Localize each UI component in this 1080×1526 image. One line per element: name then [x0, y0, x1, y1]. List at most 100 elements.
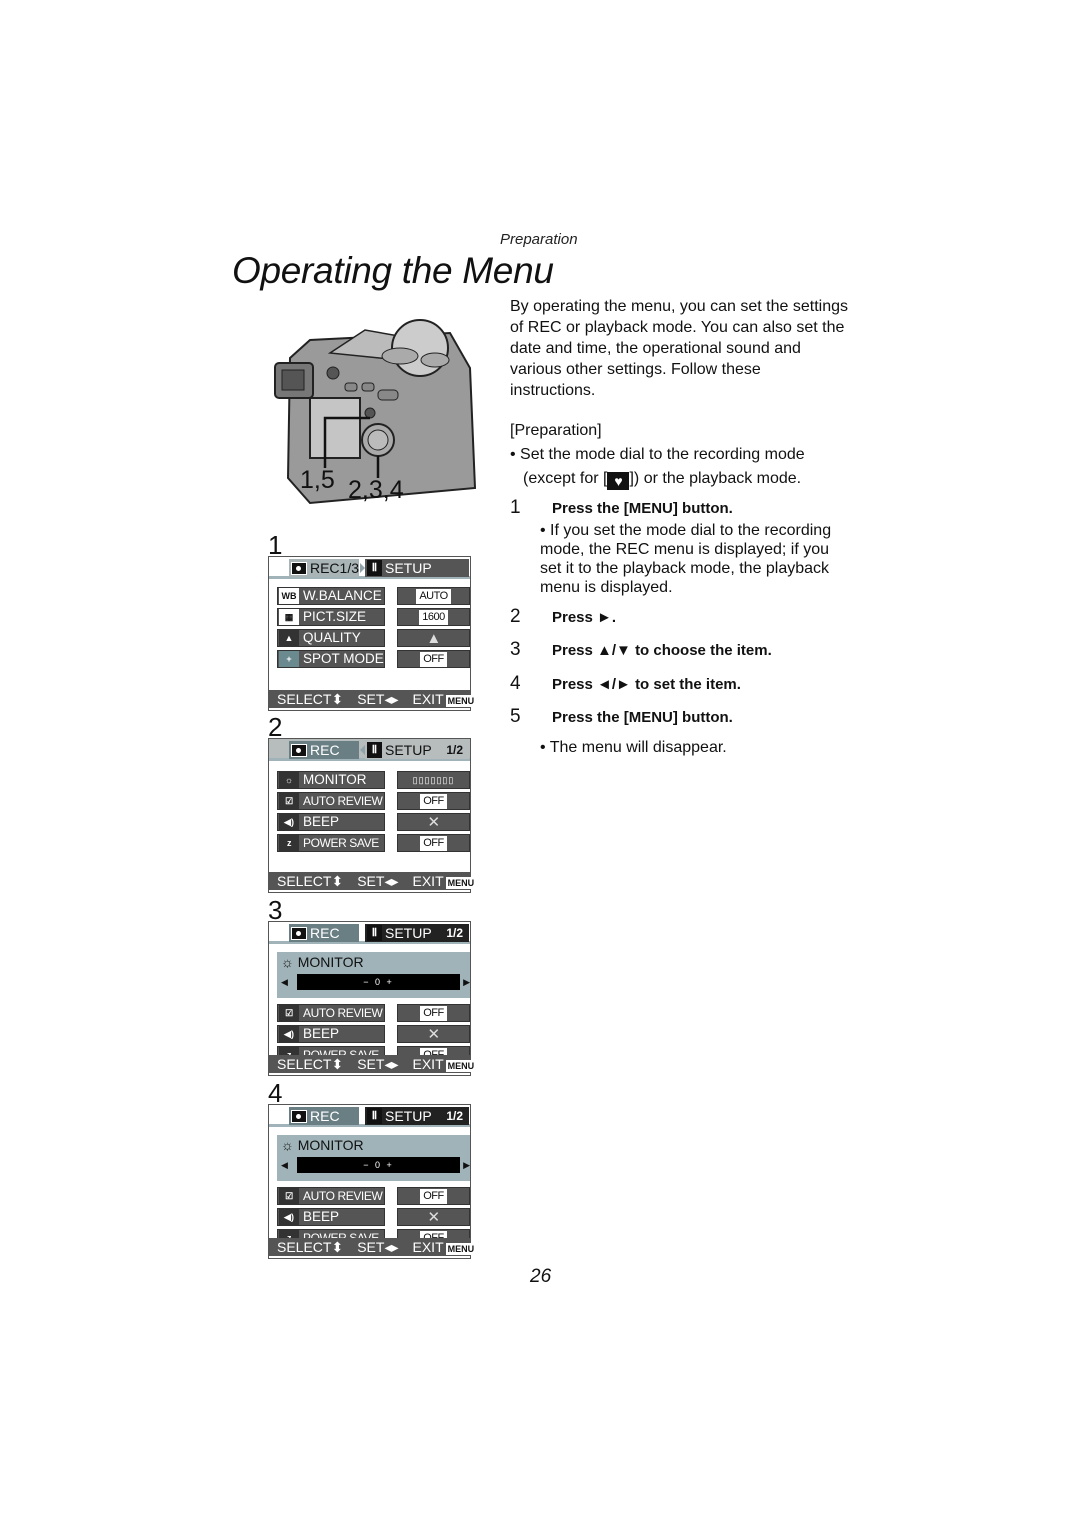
footer-set: SET◂▸	[357, 690, 399, 707]
menu-screen-2: REC Ⅱ SETUP 1/2 ☼ MONITOR ▯▯▯▯▯▯▯ ☑ AUTO R…	[268, 738, 477, 893]
page-indicator: 1/2	[446, 1109, 463, 1123]
menu-footer: SELECT⬍ SET◂▸ EXIT MENU	[269, 1238, 477, 1256]
step-1-note: • If you set the mode dial to the record…	[540, 522, 832, 596]
footer-exit: EXIT MENU	[412, 873, 477, 889]
camera-label-menu-button: 1,5	[300, 466, 335, 494]
menu-row-auto-review[interactable]: ☑ AUTO REVIEW OFF	[277, 1187, 470, 1205]
tab-setup[interactable]: Ⅱ SETUP	[365, 559, 469, 577]
menu-screen-4: REC Ⅱ SETUP 1/2 ☼ MONITOR ◀ − 0 + ▶ ☑ AUT…	[268, 1104, 477, 1259]
picture-size-icon: ▦	[279, 609, 299, 625]
monitor-selector[interactable]: ☼ MONITOR ◀ − 0 + ▶	[277, 1135, 470, 1181]
menu-row-monitor[interactable]: ☼ MONITOR ▯▯▯▯▯▯▯	[277, 771, 470, 789]
step-5-note: • The menu will disappear.	[540, 739, 727, 756]
mute-icon: ✕	[427, 1025, 440, 1043]
step-text: Press ◄/► to set the item.	[552, 676, 741, 693]
wrench-icon: Ⅱ	[367, 925, 382, 941]
tab-rec-label: REC	[310, 925, 340, 941]
footer-select: SELECT⬍	[277, 872, 344, 889]
prep-bullet-line-2: (except for [♥]) or the playback mode.	[523, 470, 802, 490]
menu-row-spot-mode[interactable]: + SPOT MODE OFF	[277, 650, 470, 668]
menu-row-quality[interactable]: ▲ QUALITY ▲	[277, 629, 470, 647]
footer-set: SET◂▸	[357, 1055, 399, 1072]
monitor-label: ☼ MONITOR	[281, 1137, 364, 1153]
tab-rec-label: REC1/3	[309, 560, 359, 576]
tab-setup-label: SETUP	[385, 925, 432, 941]
menu-row-pict-size[interactable]: ▦ PICT.SIZE 1600	[277, 608, 470, 626]
tab-rec-label: REC	[310, 1108, 340, 1124]
menu-row-beep[interactable]: ◀) BEEP ✕	[277, 1208, 470, 1226]
row-value: OFF	[420, 651, 447, 667]
camera-label-cursor-buttons: 2,3,4	[348, 476, 404, 504]
brightness-icon: ☼	[281, 954, 298, 970]
menu-badge: MENU	[445, 877, 477, 889]
footer-select: SELECT⬍	[277, 1238, 344, 1255]
row-label: AUTO REVIEW	[303, 1006, 383, 1020]
row-label: QUALITY	[303, 630, 361, 645]
tab-setup[interactable]: Ⅱ SETUP 1/2	[365, 741, 469, 759]
tab-rec[interactable]: REC1/3	[289, 559, 359, 577]
arrow-right-icon[interactable]: ▶	[463, 977, 470, 988]
row-label: SPOT MODE	[303, 651, 384, 666]
power-save-icon: z	[279, 835, 299, 851]
camera-icon	[291, 743, 307, 757]
page-title: Operating the Menu	[232, 250, 554, 291]
monitor-scale: ▯▯▯▯▯▯▯	[412, 774, 455, 785]
row-label: W.BALANCE	[303, 588, 382, 603]
step-text: Press ►.	[552, 609, 617, 626]
heart-mode-icon: ♥	[607, 472, 630, 490]
mute-icon: ✕	[427, 813, 440, 831]
monitor-level-bar[interactable]: − 0 +	[297, 1157, 460, 1173]
step-number: 2	[510, 606, 521, 627]
menu-row-power-save[interactable]: z POWER SAVE OFF	[277, 834, 470, 852]
beep-icon: ◀)	[279, 814, 299, 830]
monitor-level-bar[interactable]: − 0 +	[297, 974, 460, 990]
arrow-left-icon[interactable]: ◀	[281, 977, 288, 988]
menu-row-white-balance[interactable]: WB W.BALANCE AUTO	[277, 587, 470, 605]
step-number: 5	[510, 706, 521, 727]
row-label: PICT.SIZE	[303, 609, 367, 624]
page-indicator: 1/2	[446, 926, 463, 940]
menu-row-beep[interactable]: ◀) BEEP ✕	[277, 813, 470, 831]
row-label: POWER SAVE	[303, 836, 379, 850]
row-label: AUTO REVIEW	[303, 794, 383, 808]
tab-rec[interactable]: REC	[289, 1107, 359, 1125]
menu-footer: SELECT⬍ SET◂▸ EXIT MENU	[269, 690, 477, 708]
footer-exit: EXIT MENU	[412, 1239, 477, 1255]
mute-icon: ✕	[427, 1208, 440, 1226]
menu-screen-1: REC1/3 Ⅱ SETUP WB W.BALANCE AUTO ▦ PICT.SI…	[268, 556, 477, 711]
wrench-icon: Ⅱ	[367, 1108, 382, 1124]
spot-mode-icon: +	[279, 651, 299, 667]
row-value: 1600	[419, 609, 448, 625]
row-label: BEEP	[303, 1209, 340, 1224]
tab-setup[interactable]: Ⅱ SETUP 1/2	[365, 1107, 469, 1125]
page-indicator: 1/2	[446, 743, 463, 757]
footer-set: SET◂▸	[357, 872, 399, 889]
menu-row-auto-review[interactable]: ☑ AUTO REVIEW OFF	[277, 792, 470, 810]
row-label: MONITOR	[303, 772, 367, 787]
menu-row-auto-review[interactable]: ☑ AUTO REVIEW OFF	[277, 1004, 470, 1022]
auto-review-icon: ☑	[279, 1188, 299, 1204]
arrow-left-icon[interactable]: ◀	[281, 1160, 288, 1171]
menu-badge: MENU	[445, 1243, 477, 1255]
row-value: AUTO	[416, 588, 451, 604]
brightness-icon: ☼	[281, 1137, 298, 1153]
footer-exit: EXIT MENU	[412, 691, 477, 707]
row-value: OFF	[420, 835, 447, 851]
wrench-icon: Ⅱ	[367, 560, 382, 576]
monitor-selector[interactable]: ☼ MONITOR ◀ − 0 + ▶	[277, 952, 470, 998]
tab-setup[interactable]: Ⅱ SETUP 1/2	[365, 924, 469, 942]
tab-rec[interactable]: REC	[289, 924, 359, 942]
row-value: OFF	[420, 1005, 447, 1021]
camera-illustration: 1,5 2,3,4	[270, 318, 480, 508]
menu-footer: SELECT⬍ SET◂▸ EXIT MENU	[269, 1055, 477, 1073]
step-text: Press the [MENU] button.	[552, 500, 733, 517]
step-number: 4	[510, 673, 521, 694]
tab-rec[interactable]: REC	[289, 741, 359, 759]
step-number: 3	[510, 639, 521, 660]
row-value: OFF	[420, 793, 447, 809]
footer-select: SELECT⬍	[277, 690, 344, 707]
row-label: AUTO REVIEW	[303, 1189, 383, 1203]
arrow-right-icon[interactable]: ▶	[463, 1160, 470, 1171]
menu-row-beep[interactable]: ◀) BEEP ✕	[277, 1025, 470, 1043]
footer-select: SELECT⬍	[277, 1055, 344, 1072]
